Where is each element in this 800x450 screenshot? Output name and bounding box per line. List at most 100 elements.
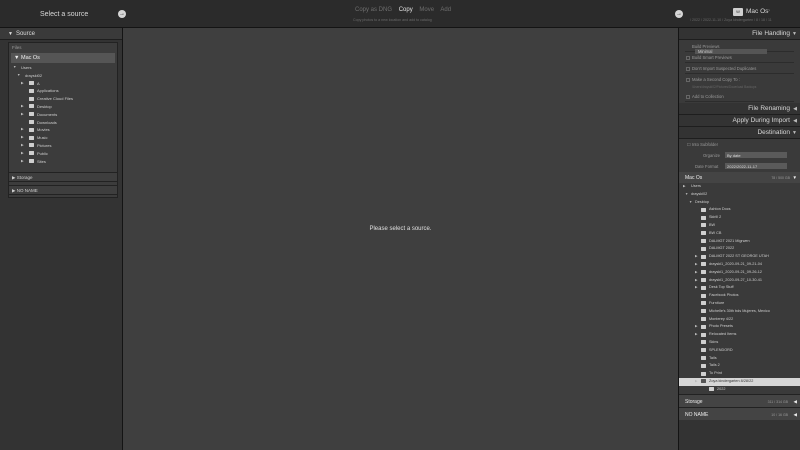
source-volume-mac-os[interactable]: ▼ Mac Os xyxy=(11,53,115,63)
folder-row[interactable]: Monterey 4/22 xyxy=(679,316,800,324)
triangle-right-icon[interactable]: ▶ xyxy=(695,270,698,274)
folder-label: BW xyxy=(709,222,716,227)
folder-row[interactable]: ▶ Zoya kindergarten 8/28/22 xyxy=(679,377,800,386)
folder-row[interactable]: ▶ Pictures xyxy=(9,142,117,150)
folder-row[interactable]: BW CB xyxy=(679,230,800,238)
triangle-right-icon[interactable]: ▶ xyxy=(695,285,698,289)
triangle-right-icon[interactable]: ▶ xyxy=(695,332,698,336)
triangle-right-icon[interactable]: ▶ xyxy=(21,104,24,108)
folder-icon xyxy=(709,387,714,392)
checkbox-icon[interactable] xyxy=(686,55,690,60)
no-duplicates-row[interactable]: Don't Import Suspected Duplicates xyxy=(685,63,794,74)
folder-row-child[interactable]: 2022 xyxy=(679,386,800,394)
preview-grid[interactable]: Please select a source. xyxy=(123,28,678,450)
destination-settings: ☐ Into Subfolder Organize By date Date F… xyxy=(679,139,800,172)
folder-row[interactable]: ▶ Photo Presets xyxy=(679,323,800,331)
folder-row[interactable]: Tails xyxy=(679,355,800,363)
source-panel-header[interactable]: ▼ Source xyxy=(0,28,122,40)
triangle-right-icon[interactable]: ▶ xyxy=(21,127,24,131)
folder-row[interactable]: DALMGT 2022 xyxy=(679,245,800,253)
folder-row[interactable]: SPLENDORD xyxy=(679,347,800,355)
mode-copy[interactable]: Copy xyxy=(399,7,413,13)
folder-icon xyxy=(29,96,34,101)
folder-label: Michelle's 30th bds Mujeres, Mexico xyxy=(709,308,770,313)
triangle-right-icon[interactable]: ▶ xyxy=(695,262,698,266)
apply-during-import-header[interactable]: Apply During Import ◀ xyxy=(679,115,800,127)
triangle-right-icon[interactable]: ▶ xyxy=(695,254,698,258)
second-copy-row[interactable]: Make a Second Copy To : xyxy=(685,74,794,85)
date-format-select[interactable]: 2022/2022-11-17 xyxy=(725,163,787,169)
destination-no-name[interactable]: NO NAME 10 / 16 GB ◀ xyxy=(679,406,800,420)
tree-users[interactable]: ▼ Users xyxy=(9,64,117,72)
folder-row[interactable]: ▶ Relocated Items xyxy=(679,331,800,339)
folder-row[interactable]: ▶ Public xyxy=(9,150,117,158)
destination-drive-icon: W xyxy=(733,8,743,16)
folder-icon xyxy=(701,332,706,337)
folder-row[interactable]: Skirill 2 xyxy=(679,214,800,222)
destination-menu-icon[interactable]: › xyxy=(768,8,770,14)
dest-tree-user[interactable]: ▼ drayski02 xyxy=(679,191,800,199)
folder-row[interactable]: ▶ Desk Top Stuff xyxy=(679,284,800,292)
folder-row[interactable]: Applications xyxy=(9,87,117,95)
folder-row[interactable]: ▶ drayski1_2020-09-21_09-26-12 xyxy=(679,269,800,277)
organize-select[interactable]: By date xyxy=(725,152,787,158)
folder-row[interactable]: DALMGT 2021 Migrwen xyxy=(679,238,800,246)
checkbox-icon[interactable] xyxy=(686,77,690,82)
folder-row[interactable]: To Print xyxy=(679,370,800,378)
folder-row[interactable]: Furniture xyxy=(679,300,800,308)
mode-copy-as-dng[interactable]: Copy as DNG xyxy=(355,7,392,13)
file-renaming-header[interactable]: File Renaming ◀ xyxy=(679,103,800,115)
triangle-right-icon[interactable]: ▶ xyxy=(21,135,24,139)
dest-tree-users[interactable]: ▶ Users xyxy=(679,183,800,191)
folder-row[interactable]: Downloads xyxy=(9,119,117,127)
folder-row[interactable]: ▶ A xyxy=(9,80,117,88)
folder-row[interactable]: Facebook Photos xyxy=(679,292,800,300)
folder-row[interactable]: ▶ Desktop xyxy=(9,103,117,111)
folder-row[interactable]: BW xyxy=(679,222,800,230)
folder-row[interactable]: Skins xyxy=(679,339,800,347)
into-subfolder-row[interactable]: ☐ Into Subfolder xyxy=(679,139,800,150)
mode-add[interactable]: Add xyxy=(440,7,451,13)
destination-title[interactable]: Mac Os xyxy=(746,8,768,15)
folder-row[interactable]: ▶ Sites xyxy=(9,158,117,166)
folder-row[interactable]: ▶ drayski1_2020-09-21_09-21-04 xyxy=(679,261,800,269)
source-storage[interactable]: ▶ Storage xyxy=(8,172,118,182)
folder-icon xyxy=(29,88,34,93)
select-source-title[interactable]: Select a source xyxy=(40,11,88,18)
folder-label: Desktop xyxy=(37,103,52,109)
folder-row[interactable]: ▶ drayski1_2020-09-27_10-30-41 xyxy=(679,277,800,285)
smart-previews-row[interactable]: Build Smart Previews xyxy=(685,52,794,63)
folder-icon xyxy=(701,285,706,290)
destination-arrow-icon[interactable]: → xyxy=(675,10,683,18)
triangle-right-icon[interactable]: ▶ xyxy=(21,112,24,116)
triangle-right-icon[interactable]: ▶ xyxy=(21,143,24,147)
folder-row[interactable]: Tails 2 xyxy=(679,362,800,370)
triangle-right-icon[interactable]: ▶ xyxy=(21,159,24,163)
folder-row[interactable]: Creative Cloud Files xyxy=(9,95,117,103)
triangle-right-icon[interactable]: ▶ xyxy=(695,379,698,383)
folder-row[interactable]: ▶ Movies xyxy=(9,126,117,134)
source-arrow-icon[interactable]: → xyxy=(118,10,126,18)
mode-move[interactable]: Move xyxy=(419,7,434,13)
folder-row[interactable]: Ashton Docs xyxy=(679,206,800,214)
into-subfolder-label: Into Subfolder xyxy=(691,142,718,147)
destination-header[interactable]: Destination ▼ xyxy=(679,127,800,139)
source-no-name[interactable]: ▶ NO NAME xyxy=(8,185,118,195)
tree-user[interactable]: ▼ drayski02 xyxy=(9,72,117,80)
checkbox-icon[interactable] xyxy=(686,66,690,71)
file-handling-header[interactable]: File Handling ▼ xyxy=(679,28,800,40)
checkbox-icon[interactable] xyxy=(686,94,690,99)
triangle-right-icon[interactable]: ▶ xyxy=(21,81,24,85)
folder-row[interactable]: Michelle's 30th bds Mujeres, Mexico xyxy=(679,308,800,316)
dest-tree-desktop[interactable]: ▼ Desktop xyxy=(679,199,800,207)
destination-storage[interactable]: Storage 311 / 314 GB ◀ xyxy=(679,393,800,407)
triangle-right-icon[interactable]: ▶ xyxy=(695,324,698,328)
folder-row[interactable]: ▶ DALMGT 2022 ST GEORGE UTAH xyxy=(679,253,800,261)
folder-icon xyxy=(701,246,706,251)
destination-volume-mac-os[interactable]: Mac Os 78 / 500 GB ▼ xyxy=(679,172,800,183)
folder-row[interactable]: ▶ Music xyxy=(9,134,117,142)
triangle-right-icon[interactable]: ▶ xyxy=(695,278,698,282)
folder-row[interactable]: ▶ Documents xyxy=(9,111,117,119)
add-collection-row[interactable]: Add to Collection xyxy=(685,91,794,102)
triangle-right-icon[interactable]: ▶ xyxy=(21,151,24,155)
